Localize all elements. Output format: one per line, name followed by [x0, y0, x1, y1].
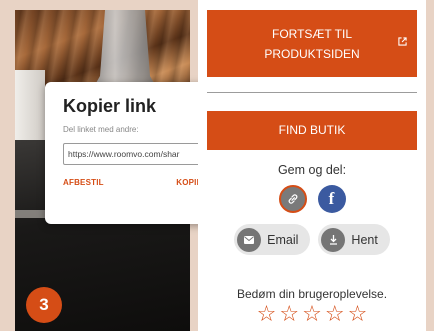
- email-download-row: Email Hent: [198, 224, 426, 255]
- email-button[interactable]: Email: [234, 224, 311, 255]
- star-icon[interactable]: ☆: [325, 302, 345, 328]
- star-icon[interactable]: ☆: [302, 302, 322, 328]
- find-store-button[interactable]: FIND BUTIK: [207, 111, 417, 150]
- star-icon[interactable]: ☆: [279, 302, 299, 328]
- download-button[interactable]: Hent: [318, 224, 390, 255]
- continue-to-product-button[interactable]: FORTSÆT TIL PRODUKTSIDEN: [207, 10, 417, 77]
- facebook-icon: f: [328, 189, 335, 208]
- star-icon[interactable]: ☆: [348, 302, 368, 328]
- share-title: Gem og del:: [277, 163, 347, 177]
- envelope-icon: [237, 227, 262, 252]
- email-label: Email: [267, 232, 299, 247]
- continue-label-line1: FORTSÆT TIL: [271, 27, 352, 41]
- divider: [207, 92, 417, 93]
- star-rating: ☆ ☆ ☆ ☆ ☆: [198, 302, 426, 328]
- rating-prompt: Bedøm din brugeroplevelse.: [236, 287, 388, 301]
- external-link-icon: [398, 34, 407, 54]
- download-icon: [321, 227, 346, 252]
- download-label: Hent: [351, 232, 378, 247]
- copy-link-share-button[interactable]: [278, 185, 307, 213]
- facebook-share-button[interactable]: f: [317, 185, 346, 213]
- product-action-panel: FORTSÆT TIL PRODUKTSIDEN FIND BUTIK Gem …: [198, 0, 426, 331]
- share-buttons: f: [198, 185, 426, 213]
- cancel-button[interactable]: AFBESTIL: [63, 178, 104, 187]
- link-icon: [288, 194, 297, 204]
- continue-label-line2: PRODUKTSIDEN: [264, 47, 360, 61]
- step-badge: 3: [26, 287, 62, 323]
- star-icon[interactable]: ☆: [257, 302, 277, 328]
